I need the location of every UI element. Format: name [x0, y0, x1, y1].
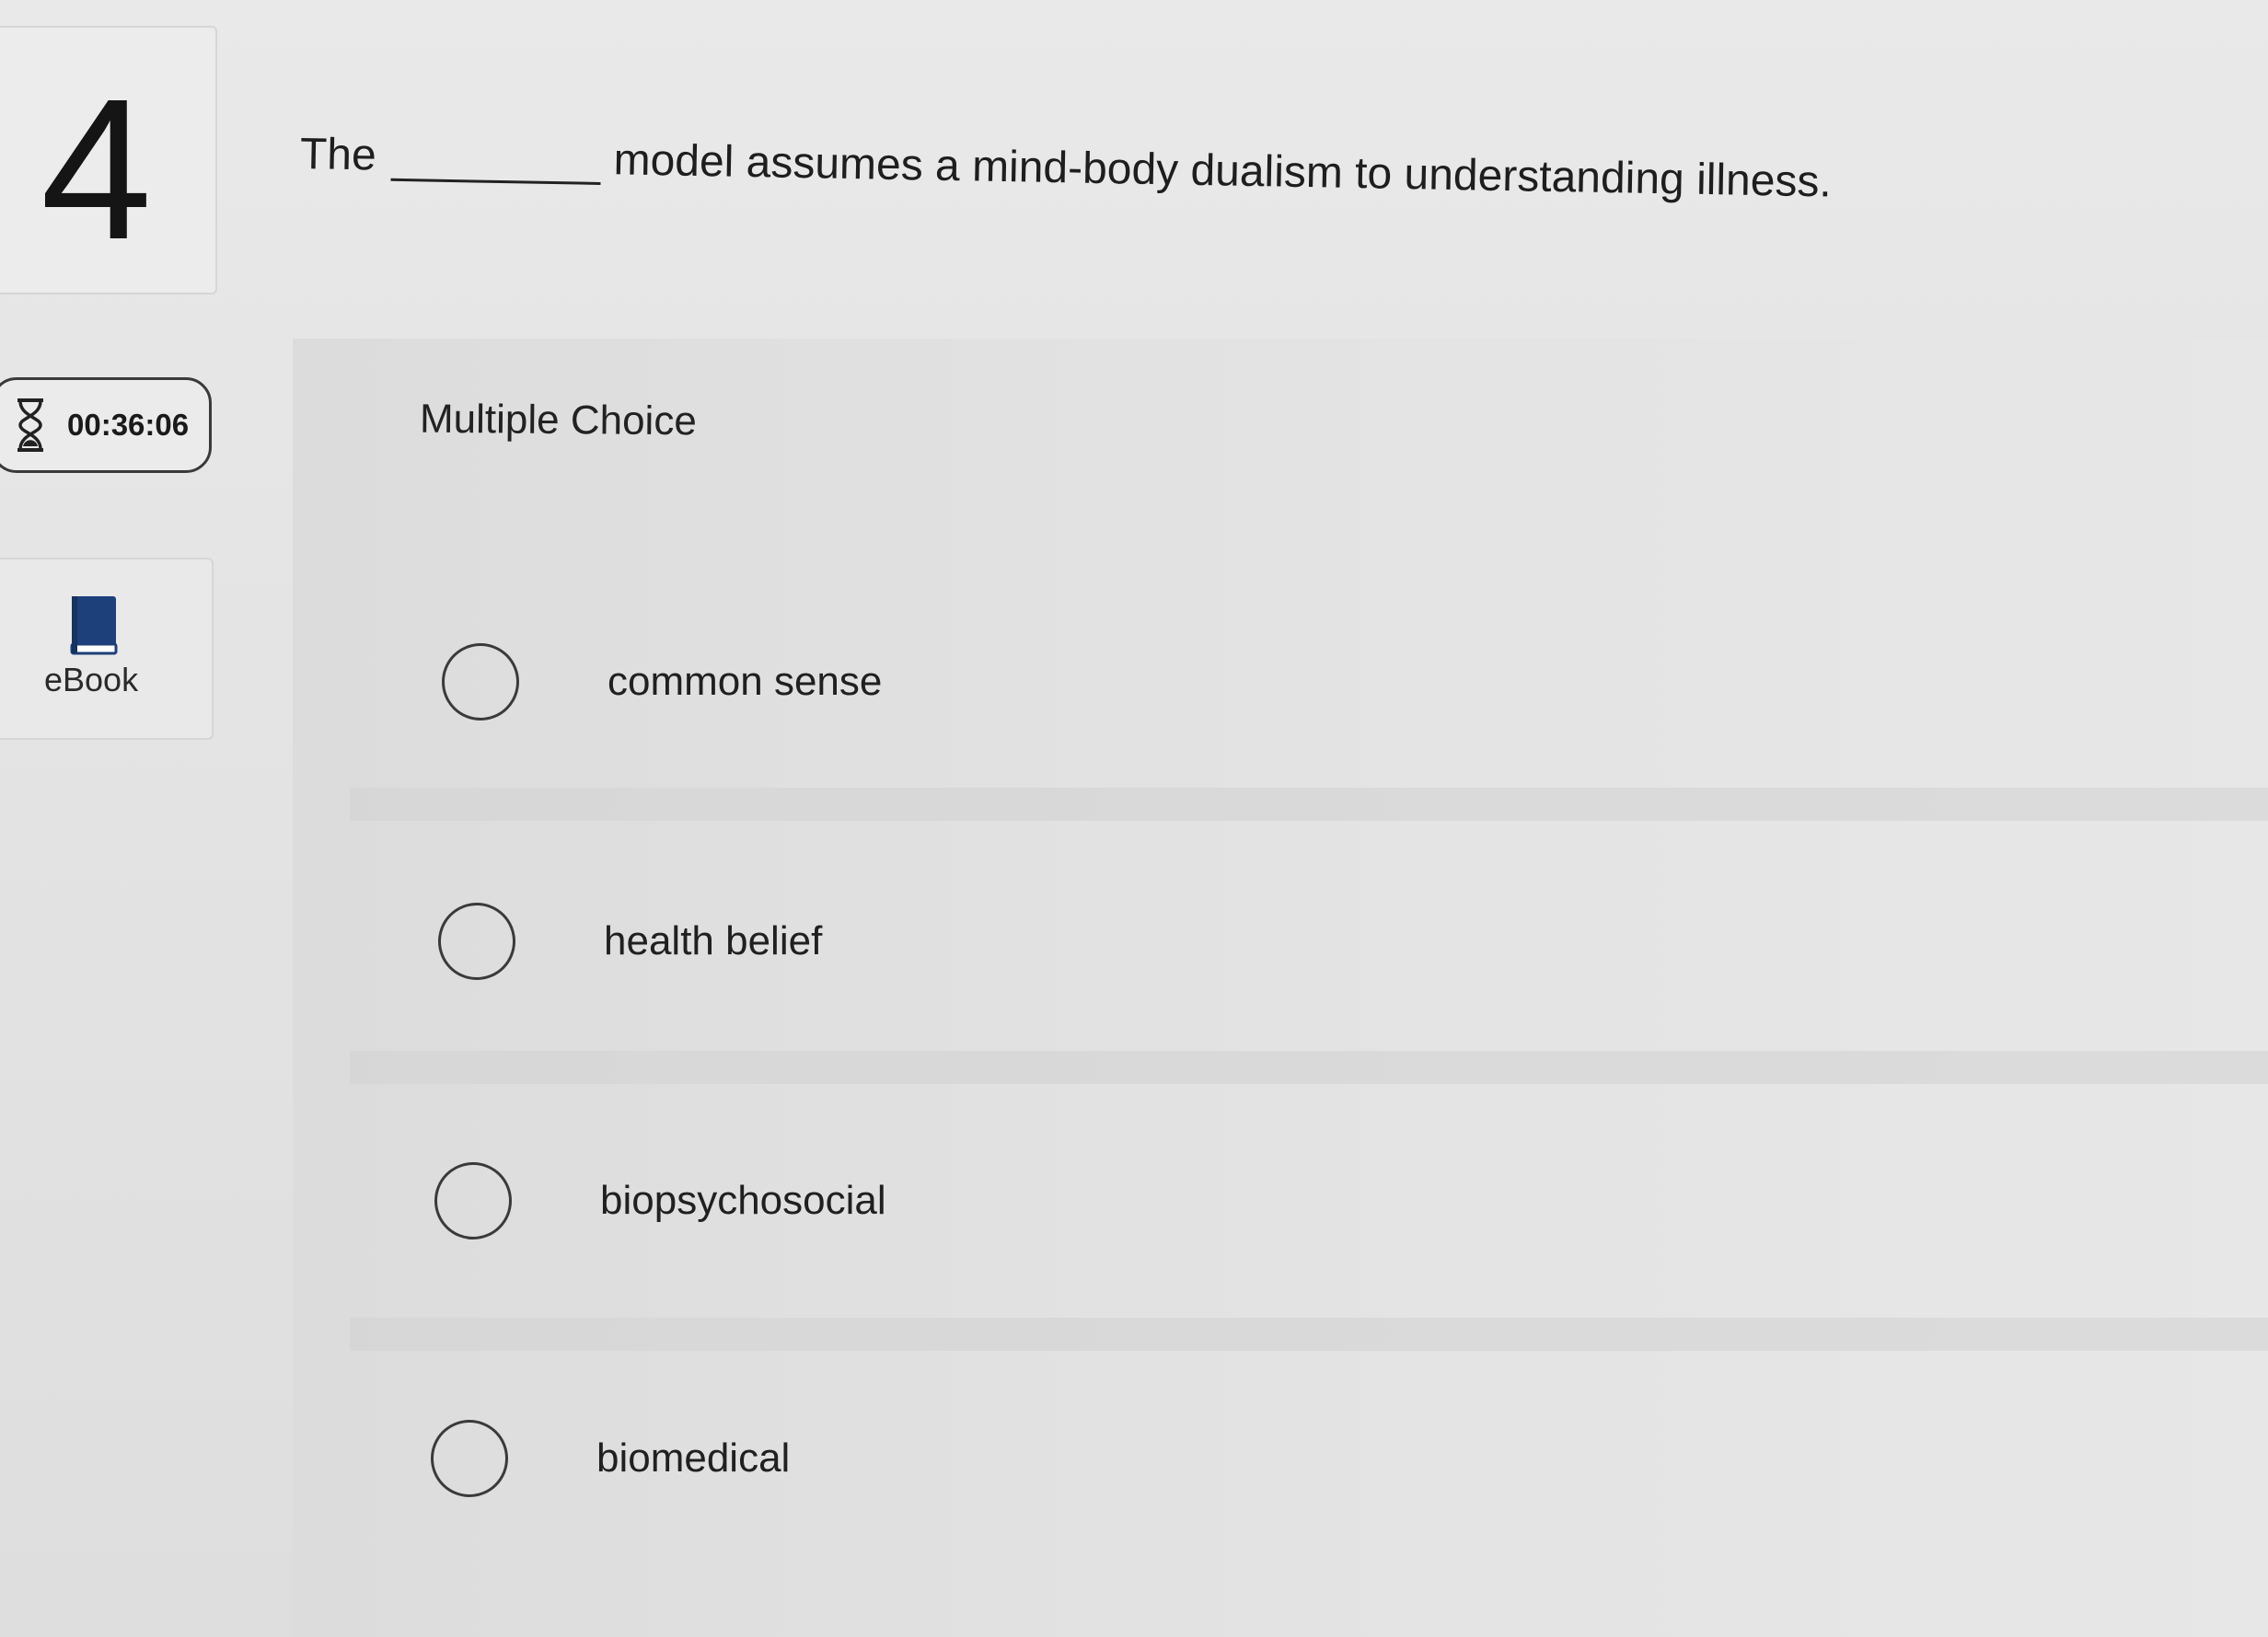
answer-type-label: Multiple Choice: [419, 396, 698, 444]
panel-divider: [350, 1051, 2268, 1084]
question-number: 4: [40, 58, 153, 282]
ebook-button[interactable]: eBook: [0, 558, 214, 740]
panel-divider: [350, 788, 2268, 821]
question-prompt: The model assumes a mind-body dualism to…: [299, 129, 2233, 214]
radio-button[interactable]: [442, 643, 519, 721]
option-label: biopsychosocial: [600, 1178, 886, 1223]
option-biopsychosocial[interactable]: biopsychosocial: [368, 1104, 2268, 1297]
option-label: biomedical: [596, 1435, 791, 1481]
book-icon: [70, 596, 118, 655]
question-prefix: The: [299, 130, 377, 180]
radio-button[interactable]: [438, 903, 515, 980]
timer-value: 00:36:06: [67, 408, 190, 442]
ebook-label: eBook: [44, 661, 139, 698]
radio-button[interactable]: [434, 1162, 512, 1239]
question-number-box: 4: [0, 26, 217, 294]
panel-divider: [350, 1318, 2268, 1351]
option-label: health belief: [604, 918, 823, 963]
option-label: common sense: [608, 659, 883, 704]
option-common-sense[interactable]: common sense: [368, 585, 2268, 778]
option-health-belief[interactable]: health belief: [368, 845, 2268, 1038]
option-biomedical[interactable]: biomedical: [368, 1362, 2268, 1555]
timer[interactable]: 00:36:06: [0, 377, 212, 473]
question-blank: [390, 141, 601, 185]
question-suffix: model assumes a mind-body dualism to und…: [613, 135, 1833, 207]
hourglass-icon: [17, 398, 43, 452]
radio-button[interactable]: [431, 1420, 508, 1497]
